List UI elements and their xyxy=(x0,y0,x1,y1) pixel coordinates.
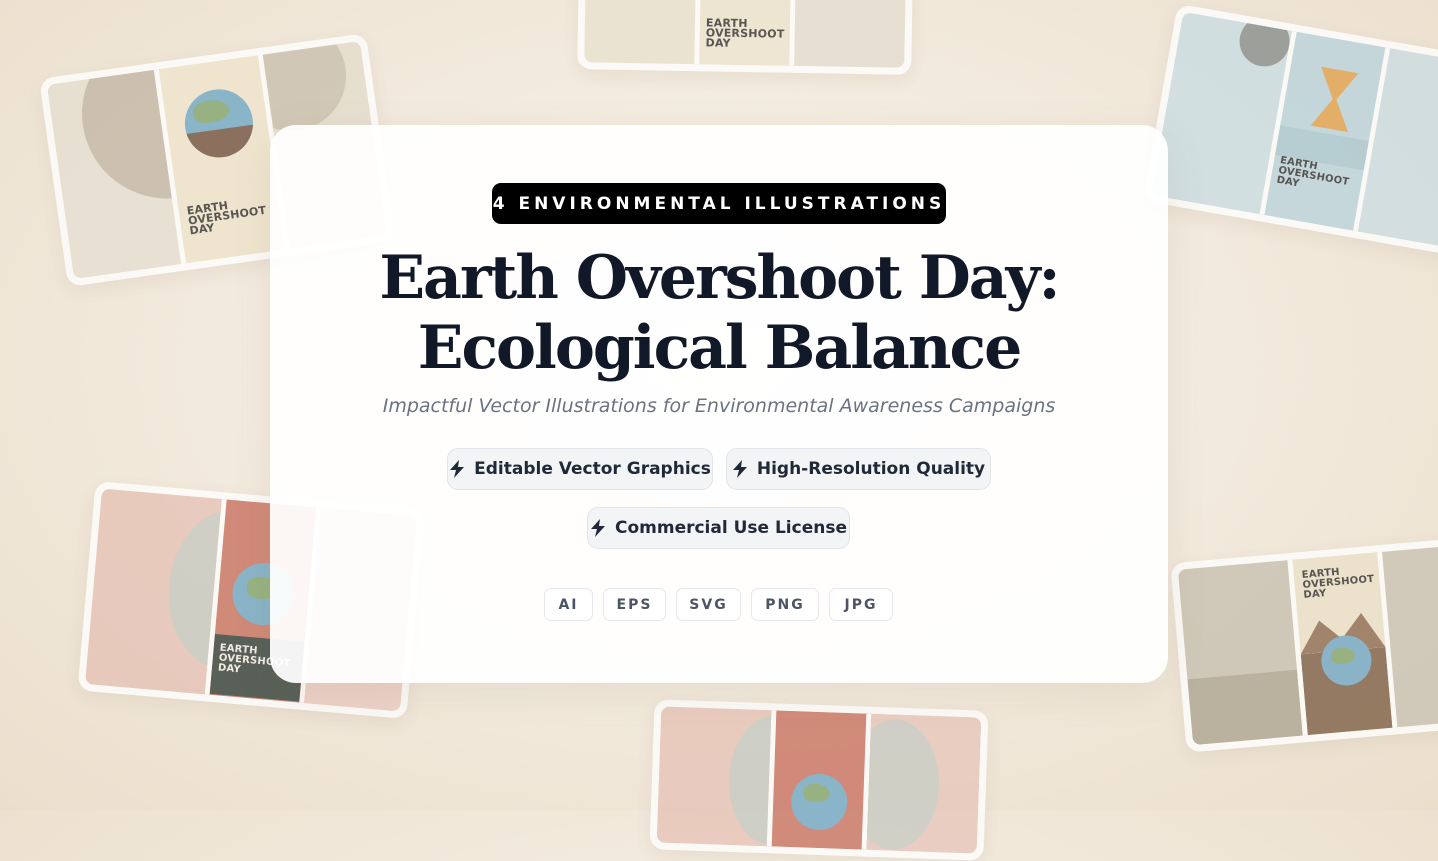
lightning-bolt-icon xyxy=(732,460,747,478)
format-tag-svg: SVG xyxy=(676,588,741,621)
preview-thumbnail-bottom-right: EARTH OVERSHOOT DAY xyxy=(1170,537,1438,753)
format-tag-eps: EPS xyxy=(603,588,666,621)
preview-thumbnail-bottom xyxy=(649,699,989,861)
lightning-bolt-icon xyxy=(450,460,465,478)
feature-label: Editable Vector Graphics xyxy=(474,459,711,479)
format-tag-png: PNG xyxy=(751,588,819,621)
feature-label: Commercial Use License xyxy=(614,518,847,538)
preview-thumbnail-top: EARTH OVERSHOOT DAY xyxy=(577,0,913,75)
page-title: Earth Overshoot Day: Ecological Balance xyxy=(270,243,1168,383)
main-card: 4 ENVIRONMENTAL ILLUSTRATIONS Earth Over… xyxy=(270,125,1168,683)
format-tag-jpg: JPG xyxy=(829,588,893,621)
feature-chip-license: Commercial Use License xyxy=(587,507,850,549)
preview-thumbnail-top-right: EARTH OVERSHOOT DAY xyxy=(1143,3,1438,257)
collection-badge: 4 ENVIRONMENTAL ILLUSTRATIONS xyxy=(492,183,946,224)
feature-label: High-Resolution Quality xyxy=(756,459,986,479)
feature-chip-editable: Editable Vector Graphics xyxy=(447,448,713,490)
feature-chip-resolution: High-Resolution Quality xyxy=(726,448,991,490)
title-line-2: Ecological Balance xyxy=(417,313,1023,383)
title-line-1: Earth Overshoot Day: xyxy=(379,243,1060,313)
page-subtitle: Impactful Vector Illustrations for Envir… xyxy=(382,395,1056,417)
format-tag-ai: AI xyxy=(544,588,593,621)
lightning-bolt-icon xyxy=(590,519,605,537)
